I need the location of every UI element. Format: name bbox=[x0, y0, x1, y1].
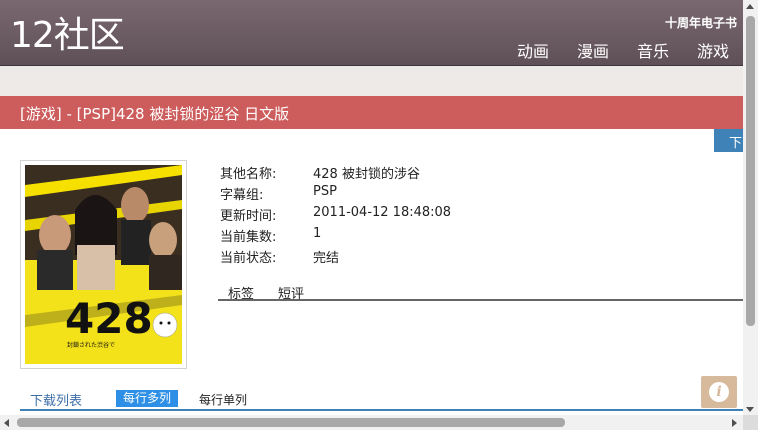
cover-art: 428 封鎖された渋谷で bbox=[25, 165, 182, 364]
download-list-label: 下载列表 bbox=[30, 394, 83, 409]
scroll-left-icon[interactable] bbox=[4, 419, 9, 427]
info-value: 1 bbox=[313, 226, 322, 241]
svg-text:封鎖された渋谷で: 封鎖された渋谷で bbox=[67, 341, 115, 349]
scroll-down-icon[interactable] bbox=[746, 407, 754, 412]
scrollbar-corner bbox=[743, 415, 758, 430]
detail-tabs: 标签 短评 bbox=[218, 282, 743, 302]
single-column-toggle[interactable]: 每行单列 bbox=[199, 391, 247, 408]
page: 12社区 十周年电子书 动画 漫画 音乐 游戏 [游戏] - [PSP]428 … bbox=[0, 0, 758, 430]
info-value[interactable]: PSP bbox=[313, 184, 337, 199]
nav-item-games[interactable]: 游戏 bbox=[697, 38, 729, 62]
download-list-bar: 下载列表 每行多列 每行单列 bbox=[20, 388, 743, 411]
site-logo[interactable]: 12社区 bbox=[10, 14, 125, 58]
download-button[interactable]: 下 bbox=[714, 129, 743, 152]
header-band bbox=[0, 66, 743, 96]
nav-item-anime[interactable]: 动画 bbox=[517, 38, 549, 62]
info-button[interactable]: i bbox=[701, 376, 737, 408]
page-title: [游戏] - [PSP]428 被封锁的涩谷 日文版 bbox=[20, 105, 290, 123]
info-label: 当前集数: bbox=[220, 230, 277, 245]
vertical-scroll-thumb[interactable] bbox=[746, 16, 755, 326]
anniversary-ebook-link[interactable]: 十周年电子书 bbox=[665, 14, 737, 31]
cover-title-text: 428 bbox=[65, 294, 153, 343]
info-icon: i bbox=[709, 382, 729, 402]
info-label: 其他名称: bbox=[220, 167, 277, 182]
nav-item-manga[interactable]: 漫画 bbox=[577, 38, 609, 62]
info-value: 2011-04-12 18:48:08 bbox=[313, 205, 452, 220]
nav-item-music[interactable]: 音乐 bbox=[637, 38, 669, 62]
tab-reviews[interactable]: 短评 bbox=[278, 283, 304, 302]
vertical-scrollbar[interactable] bbox=[743, 0, 758, 430]
info-label: 字幕组: bbox=[220, 188, 264, 203]
info-label: 更新时间: bbox=[220, 209, 277, 224]
horizontal-scrollbar[interactable] bbox=[0, 415, 743, 430]
multi-column-toggle[interactable]: 每行多列 bbox=[116, 390, 179, 407]
title-bar: [游戏] - [PSP]428 被封锁的涩谷 日文版 bbox=[0, 96, 743, 129]
tab-tags[interactable]: 标签 bbox=[228, 283, 254, 302]
site-header: 12社区 十周年电子书 动画 漫画 音乐 游戏 bbox=[0, 0, 743, 66]
info-label: 当前状态: bbox=[220, 251, 277, 266]
download-button-label: 下 bbox=[729, 136, 743, 151]
cover-image: 428 封鎖された渋谷で bbox=[20, 160, 187, 369]
horizontal-scroll-thumb[interactable] bbox=[17, 418, 565, 427]
main-nav: 动画 漫画 音乐 游戏 bbox=[517, 38, 729, 62]
info-value: 428 被封锁的涉谷 bbox=[313, 167, 420, 182]
scroll-up-icon[interactable] bbox=[746, 4, 754, 9]
scroll-right-icon[interactable] bbox=[732, 419, 737, 427]
info-value: 完结 bbox=[313, 251, 340, 266]
